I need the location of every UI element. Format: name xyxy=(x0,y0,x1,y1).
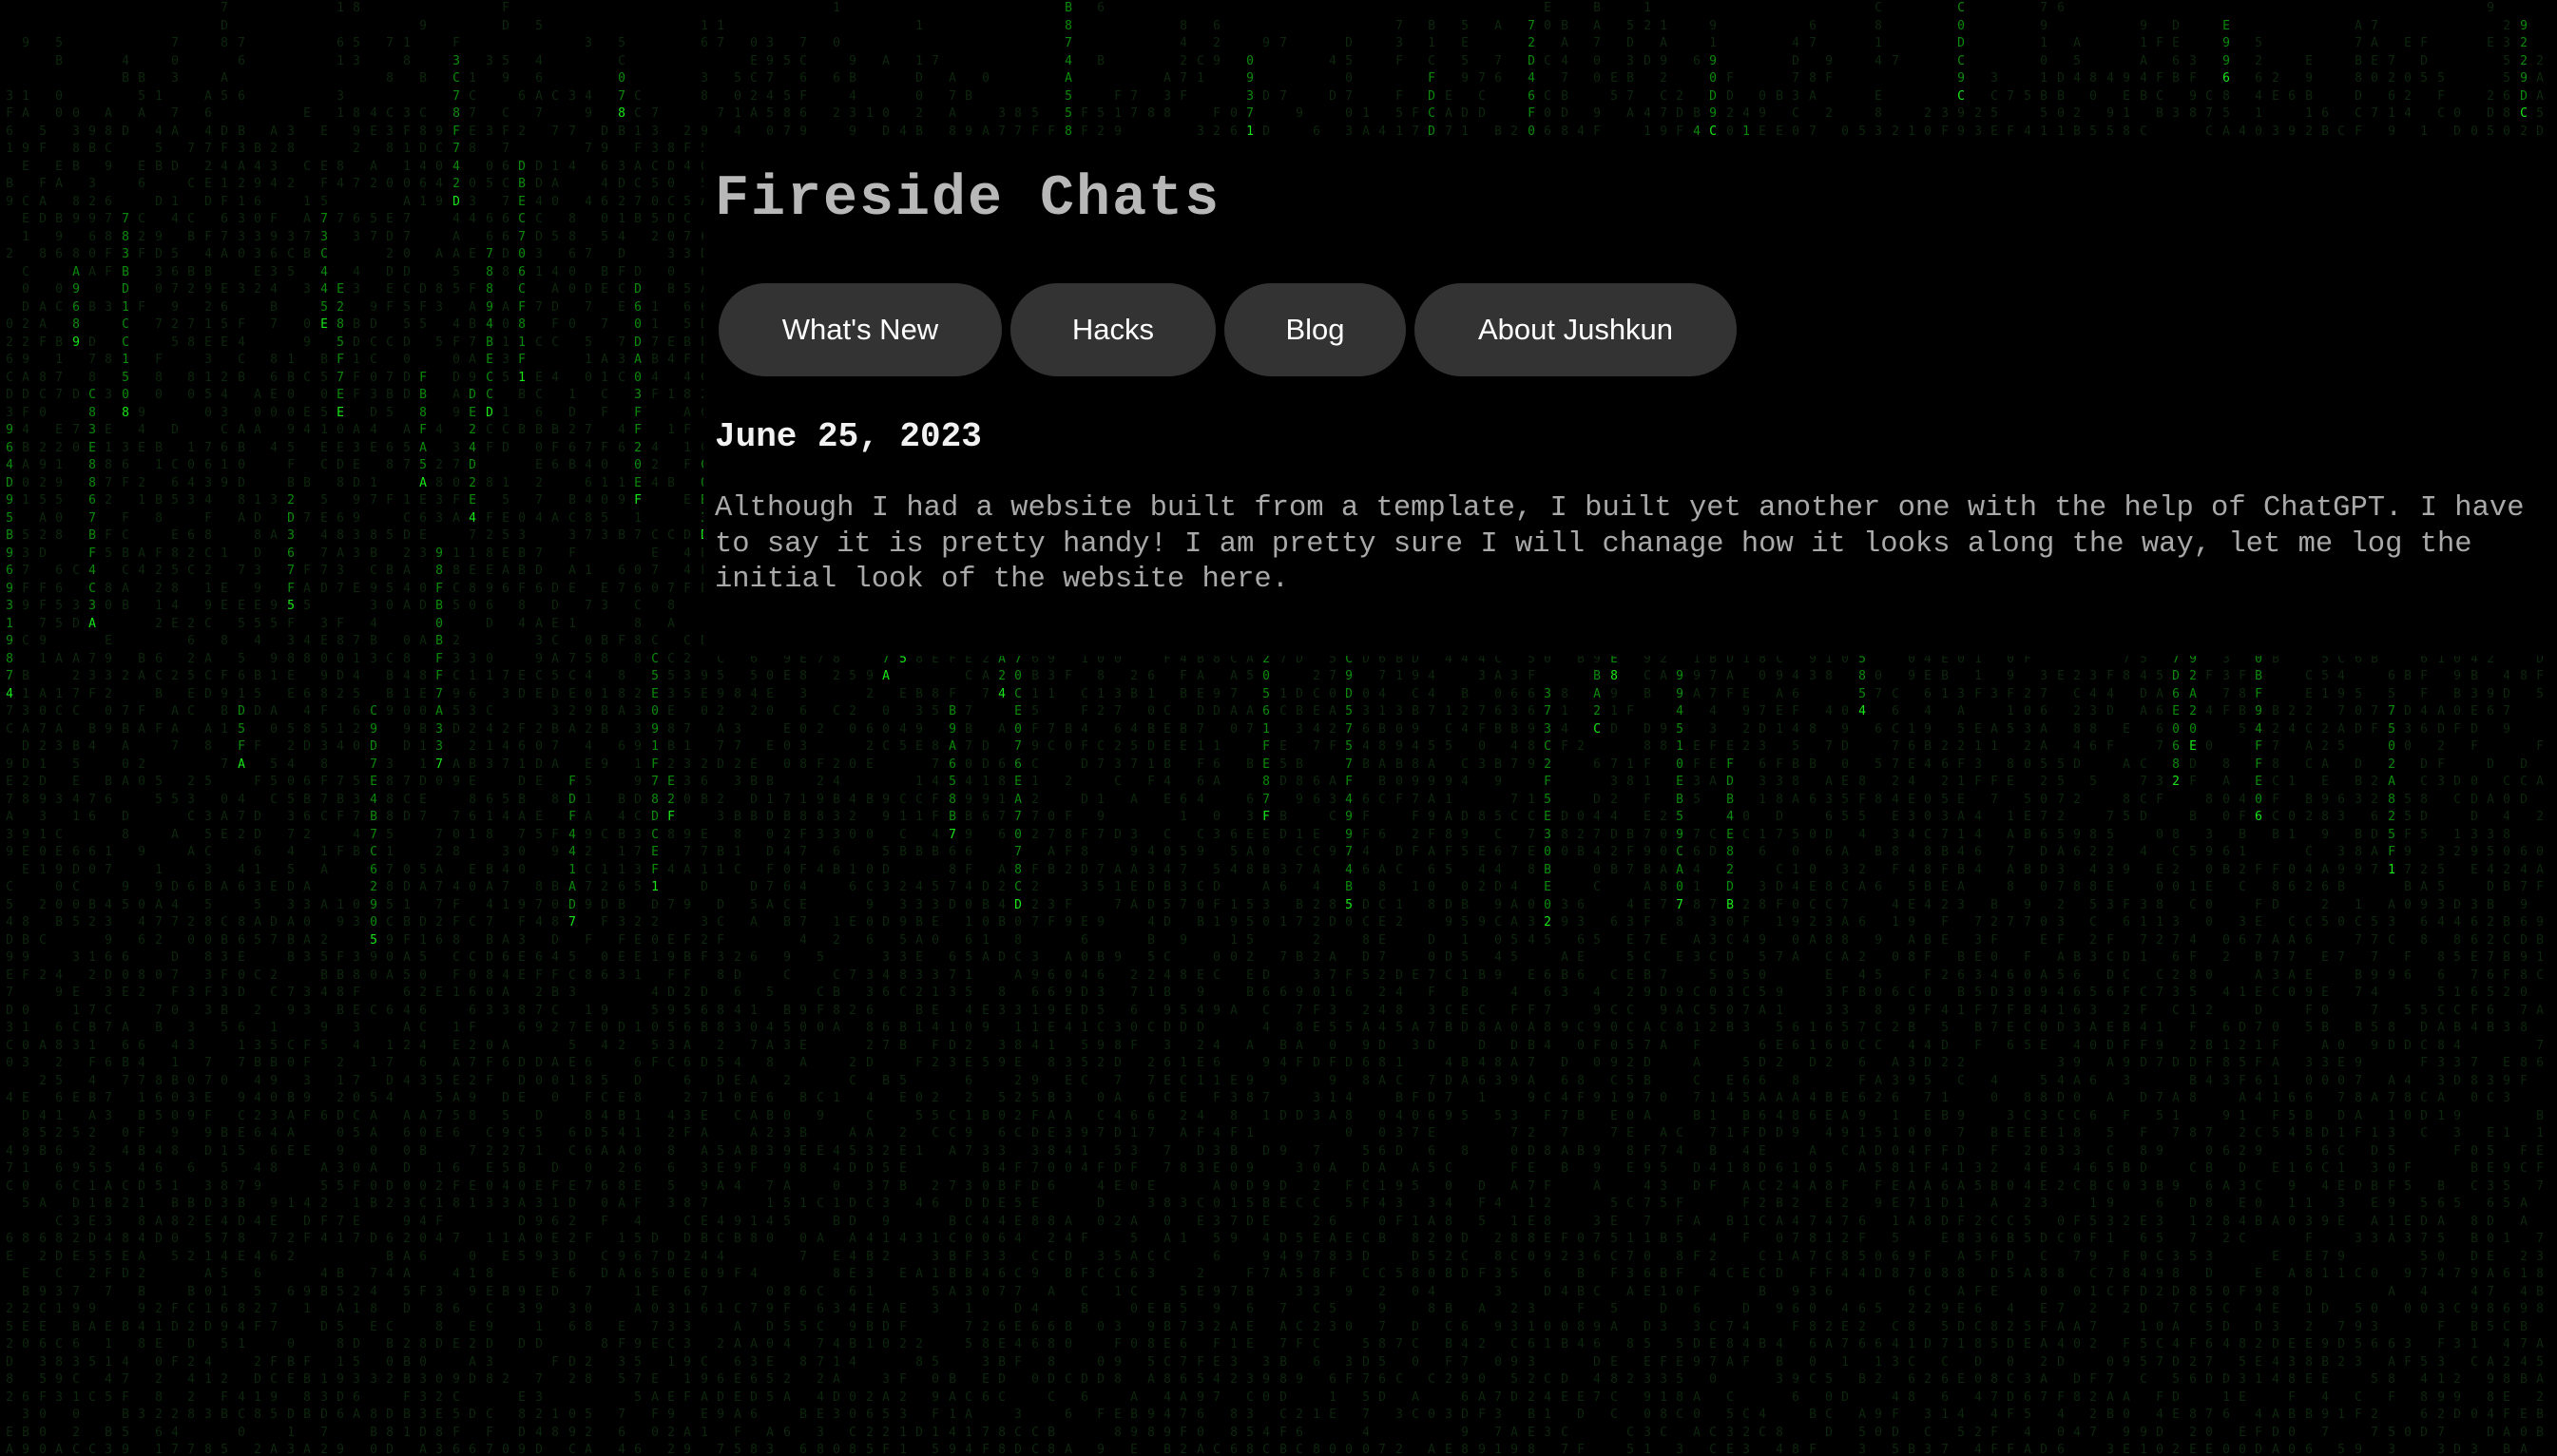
rain-column: 1 45B D 9D30 7 F80 B1 B8 F2212 6CB F 55 … xyxy=(155,88,163,1456)
rain-column: 3 3 05 6678894BECCDCF 8 F28E96D 01 C413 … xyxy=(486,53,493,1456)
rain-column: D964605 BE 7 A1CF F01053 E3 B8 1BB 9 C 1… xyxy=(601,124,608,1352)
rain-column: 9 1A 9E CE1 C0D229ADF4BA01 537F9 C B13AD… xyxy=(22,36,29,1456)
rain-column: 18 3F110A770DC55D0DD A57 1CD2A4A 084109D… xyxy=(403,36,411,1440)
rain-column: E EF573C445E B5051EC 5E477D 3E098F538F7C… xyxy=(320,124,328,1456)
rain-column: A8C9 678FF 3 8 3 E1872 F5 80 E93209 B6 1… xyxy=(105,106,112,1456)
rain-column: 733C5052 117B4F 424 CE70 CC5E091F78DCEF1… xyxy=(651,106,659,1440)
rain-column: B496033E2 A0A 1D8D39E54 B5D F F DD6135A5… xyxy=(254,142,261,1456)
rain-column: 5F FAD 8 AAF 8C0 2925A2D FF791 A0721D931… xyxy=(39,124,47,1456)
rain-column: 2F4 5C73 565BF48AF1F E D44F C235 71330 9… xyxy=(683,124,691,1456)
rain-column: 76 6 B3A21330 3 F4CB AB0D8A 7 E5 561D5FA… xyxy=(238,36,245,1440)
nav-hacks-button[interactable]: Hacks xyxy=(1010,283,1216,376)
rain-column: 5B 00 EA B96 0C B177 E219508 6655 A 1CA3… xyxy=(55,36,63,1456)
rain-column: 038B 89 8A9689 D 70 C 3D A27C B5E41 6DC0… xyxy=(72,106,80,1456)
site-title: Fireside Chats xyxy=(715,167,1221,232)
rain-column: 703 7A D 14 567925 D C65 E8584E 2 AA7 5 … xyxy=(171,36,179,1456)
rain-column: FD 59 CF76C766D8 A0135 1CD 15E5EA6 73 24… xyxy=(502,1,509,1456)
rain-column: 3 49 7 4 7 D7 510 7746487 1 7 0540924E51… xyxy=(585,36,592,1456)
rain-column: 7 C CB B2 78 80 1043 62C 2625EC 23C A 6 … xyxy=(187,142,195,1456)
rain-column: A6472ED F4B921E3150 7634F8C219C ACD A8 5… xyxy=(204,88,212,1456)
nav-whats-new-button[interactable]: What's New xyxy=(719,283,1002,376)
rain-column: 7D8 A5 DF41F67A E65E 243C619 1 EE 8 F9B1… xyxy=(221,1,228,1456)
rain-column: 3 7 4 88600 0 1D26B BC3FAE 1 7CE2A FDF44… xyxy=(568,88,576,1456)
rain-column: 3F61 B9 2 026CD3964D95B9693198747C 9E7A3… xyxy=(6,88,13,1456)
rain-column: 7 8 C38 0 ED2DEF C 7B5 68 F 5 B50 CBB9 3… xyxy=(386,36,394,1456)
rain-column: 9 B C8D461 DF5 FB8FA5AE6E3 0D A 8E0B11DE… xyxy=(419,18,427,1456)
main-nav: What's New Hacks Blog About Jushkun xyxy=(719,283,1737,376)
nav-about-button[interactable]: About Jushkun xyxy=(1414,283,1737,376)
rain-column: 8D0CD030B E4 1 1 B C 78A C53E8B2E2F8 4 7… xyxy=(667,142,675,1456)
rain-column: 9C049 A 83 5 4 2833 98FB0BFF7A3370 72A77… xyxy=(435,124,443,1456)
rain-column: 4B D 783BD1CC1508 36F FCBCAB 2 7BA0A D8 … xyxy=(122,53,129,1456)
rain-column: 8 53 892 7 63 43 BD1FF A3ED9933 E 714562… xyxy=(353,1,360,1422)
rain-column: 1C7E8 034 E FAB7A9DE24D2E471E80 316322BE… xyxy=(469,71,476,1456)
post-date: June 25, 2023 xyxy=(715,417,982,456)
nav-blog-button[interactable]: Blog xyxy=(1224,283,1406,376)
rain-column: B5A E6 C2F F 94E 21 A4 BA FA 20 9 046 82… xyxy=(138,71,145,1422)
rain-column: A234 F9634B7 86E0 4 3 A 95 91 A0 55C E D… xyxy=(270,124,278,1456)
rain-column: 38 2 3C5 1B0095FB2D367F5F38EE 524053745D… xyxy=(287,124,295,1456)
rain-column: E C 1A7B 3 09 C E4 B 7 FA5 48 648D 6B62 … xyxy=(303,106,311,1456)
rain-column: 4E A2 57 9DCC03D4E 17 8BC934B3 C9D7E4B7C… xyxy=(370,106,377,1456)
rain-column: 6 2 DBEC706CF81F1B B 03BBF84 ED F61DBA70… xyxy=(518,88,526,1456)
rain-column: C 7 1A0 5 4ADFC 4 BF6 A DDECA5D3B7A 8 F9… xyxy=(551,88,559,1440)
rain-column: 9B 32960A B D78C83E8867BF4C3A 73F B4 76 … xyxy=(88,124,96,1456)
rain-column: F3C78F742D4AA55 4F0DA9 370FA 18C5 23C95D… xyxy=(452,36,460,1456)
rain-column: 5 46A7 DD4CD31 7 C EC6B0E274 7D6 A39CE 2… xyxy=(535,18,543,1456)
rain-column: 1 61 31 84 7 E285F7EE0ED8 68A37 F80D2 14… xyxy=(336,1,344,1456)
post-body: Although I had a website built from a te… xyxy=(715,492,2525,596)
rain-column: 5C078B 3D214DFCE 73C 46 19 B 67 F 88A 6 … xyxy=(618,36,625,1456)
rain-column: CC1FAC7B DD60DA03FF20EF17 06C888 233919D… xyxy=(634,88,642,1456)
